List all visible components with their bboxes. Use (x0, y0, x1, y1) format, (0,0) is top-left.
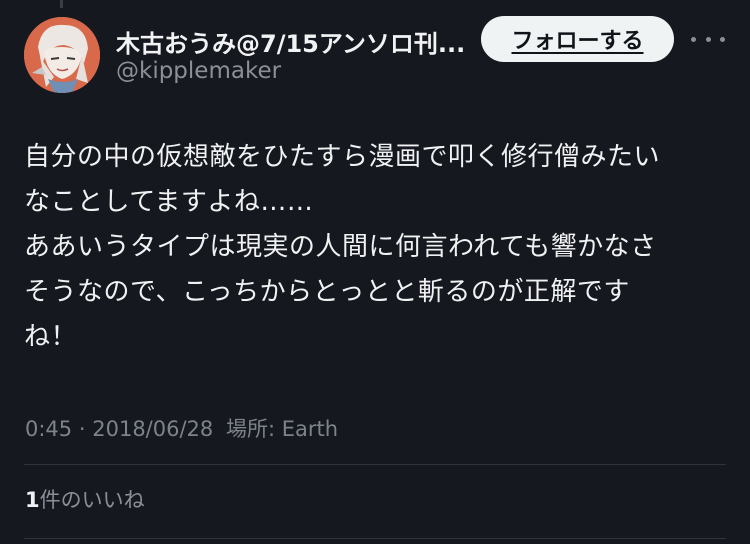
more-dot (720, 36, 725, 42)
divider (24, 464, 726, 465)
more-dot (691, 36, 696, 42)
tweet-text-line: ね！ (24, 322, 78, 352)
meta-separator: · (78, 417, 86, 441)
tweet-text-line: 自分の中の仮想敵をひたすら漫画で叩く修行僧みたい (24, 142, 661, 172)
avatar[interactable] (24, 17, 100, 93)
tweet-text: 自分の中の仮想敵をひたすら漫画で叩く修行僧みたい なことしてますよね…… ああい… (24, 135, 724, 360)
author-display-name[interactable]: 木古おうみ@7/15アンソロ刊... (116, 24, 476, 59)
thread-connector-line (60, 0, 63, 8)
tweet-text-line: ああいうタイプは現実の人間に何言われても響かなさ (24, 232, 657, 262)
tweet-date[interactable]: 2018/06/28 (92, 417, 213, 441)
location-label: 場所: (225, 417, 276, 441)
divider (24, 538, 726, 539)
likes-label: 件のいいね (39, 488, 145, 512)
follow-button-label: フォローする (511, 29, 644, 54)
avatar-illustration (24, 17, 100, 93)
tweet-metadata: 0:45 · 2018/06/28 場所: Earth (25, 413, 338, 443)
tweet-text-line: そうなので、こっちからとっとと斬るのが正解です (24, 277, 630, 307)
tweet-detail-view: 木古おうみ@7/15アンソロ刊... @kipplemaker フォローする 自… (0, 0, 750, 544)
more-dot (705, 36, 711, 42)
tweet-time[interactable]: 0:45 (25, 417, 72, 441)
follow-button[interactable]: フォローする (481, 16, 674, 62)
tweet-text-line: なことしてますよね…… (24, 187, 314, 217)
likes-count-link[interactable]: 1件のいいね (25, 484, 145, 514)
author-handle[interactable]: @kipplemaker (116, 58, 281, 84)
more-horizontal-icon[interactable] (691, 27, 725, 51)
likes-count: 1 (25, 488, 40, 512)
tweet-location[interactable]: Earth (282, 417, 338, 441)
